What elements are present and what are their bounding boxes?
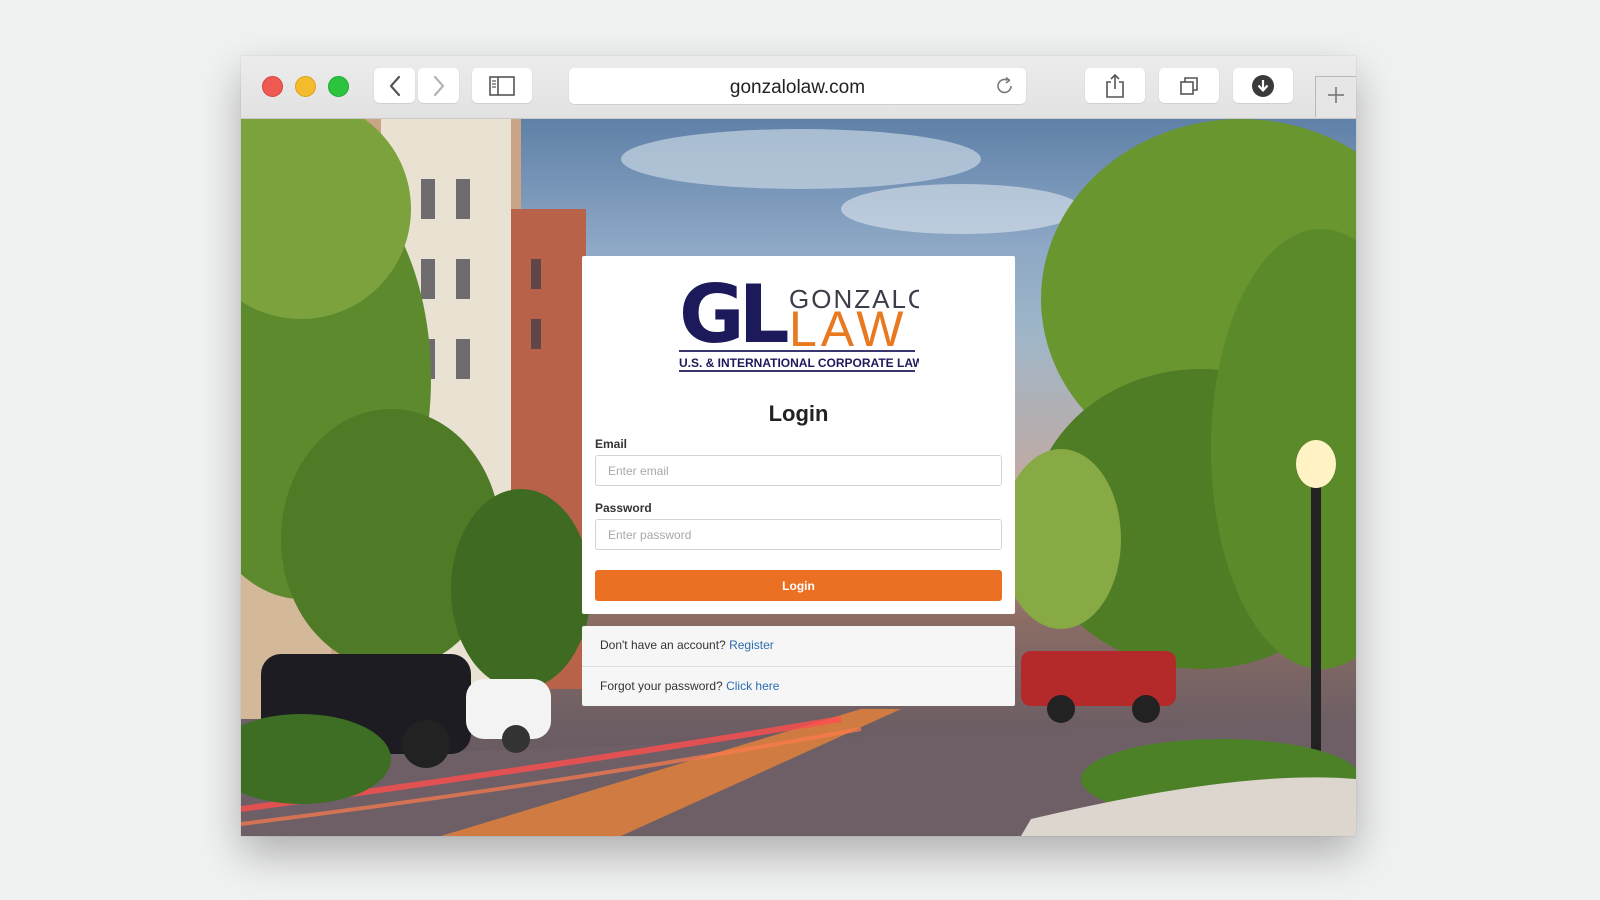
reload-icon[interactable] (994, 75, 1016, 102)
register-link[interactable]: Register (729, 638, 774, 652)
register-row: Don't have an account? Register (582, 626, 1015, 665)
new-tab-button[interactable] (1315, 76, 1356, 117)
register-prompt: Don't have an account? (600, 638, 726, 652)
sidebar-button[interactable] (472, 68, 532, 103)
email-label: Email (595, 437, 628, 451)
forgot-password-link[interactable]: Click here (726, 679, 779, 693)
address-bar[interactable]: gonzalolaw.com (569, 68, 1026, 104)
plus-icon (1326, 85, 1346, 110)
login-button[interactable]: Login (595, 570, 1002, 601)
share-button[interactable] (1085, 68, 1145, 103)
page-content: GL GONZALO LAW U.S. & INTERNATIONAL CORP… (241, 119, 1356, 836)
forward-button[interactable] (418, 68, 459, 103)
chevron-left-icon (388, 75, 402, 97)
forgot-password-row: Forgot your password? Click here (582, 666, 1015, 705)
logo-name-bottom: LAW (789, 301, 908, 357)
downloads-button[interactable] (1233, 68, 1293, 103)
chevron-right-icon (432, 75, 446, 97)
forgot-password-prompt: Forgot your password? (600, 679, 723, 693)
sidebar-icon (489, 75, 515, 96)
close-window-button[interactable] (262, 76, 283, 97)
login-card: GL GONZALO LAW U.S. & INTERNATIONAL CORP… (582, 256, 1015, 614)
back-button[interactable] (374, 68, 415, 103)
tabs-overview-icon (1178, 75, 1200, 97)
zoom-window-button[interactable] (328, 76, 349, 97)
password-field[interactable] (595, 519, 1002, 550)
login-footer: Don't have an account? Register Forgot y… (582, 626, 1015, 706)
browser-window: gonzalolaw.com GL GONZALO LAW U.S. & INT… (241, 56, 1356, 836)
share-icon (1104, 73, 1126, 99)
login-heading: Login (768, 401, 829, 426)
tabs-overview-button[interactable] (1159, 68, 1219, 103)
minimize-window-button[interactable] (295, 76, 316, 97)
logo-monogram: GL (679, 272, 788, 361)
browser-toolbar: gonzalolaw.com (241, 56, 1356, 119)
email-field[interactable] (595, 455, 1002, 486)
gonzalo-law-logo: GL GONZALO LAW U.S. & INTERNATIONAL CORP… (679, 268, 928, 381)
logo-tagline: U.S. & INTERNATIONAL CORPORATE LAW (679, 356, 919, 370)
url-text: gonzalolaw.com (729, 77, 866, 98)
password-label: Password (595, 501, 652, 515)
download-icon (1251, 74, 1275, 98)
